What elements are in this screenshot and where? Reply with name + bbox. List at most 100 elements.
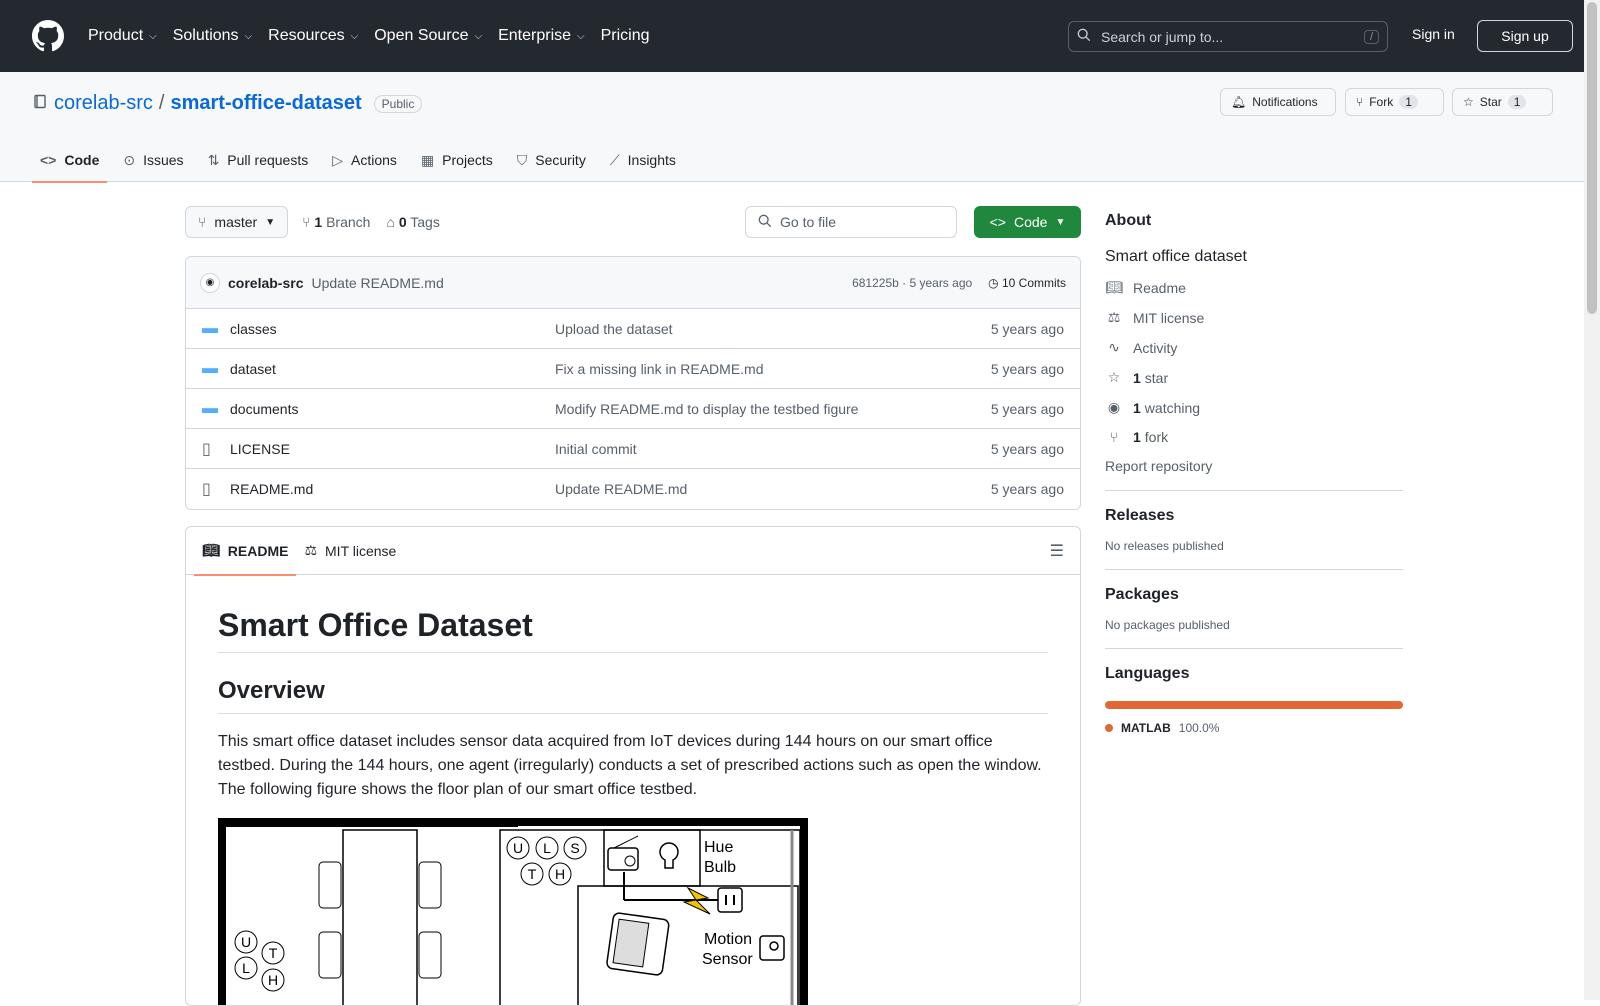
releases-title[interactable]: Releases [1105, 507, 1403, 525]
commits-count: 10 Commits [1001, 275, 1066, 290]
nav-enterprise[interactable]: Enterprise ⌵ [490, 27, 593, 45]
language-item[interactable]: MATLAB 100.0% [1105, 721, 1403, 735]
avatar[interactable]: ◉ [200, 272, 220, 293]
tab-readme[interactable]: 📖︎ README [194, 527, 297, 576]
nav-solutions-label: Solutions [172, 27, 239, 44]
code-icon: <> [989, 214, 1006, 230]
branch-selector[interactable]: ⑂ master ▼ [185, 206, 289, 238]
file-name[interactable]: classes [230, 321, 555, 337]
tab-issues-label: Issues [143, 152, 184, 168]
figure-sensor-label: U [241, 934, 251, 950]
file-commit-message[interactable]: Upload the dataset [555, 321, 991, 337]
commits-link[interactable]: ◷ 10 Commits [988, 276, 1066, 290]
fork-label: Fork [1369, 95, 1394, 109]
table-row[interactable]: ▯ README.md Update README.md 5 years ago [186, 469, 1080, 509]
file-commit-message[interactable]: Fix a missing link in README.md [555, 361, 991, 377]
tab-issues[interactable]: ⊙ Issues [115, 138, 191, 182]
tab-insights[interactable]: ⟋ Insights [602, 138, 684, 182]
fork-icon: ⑂ [1356, 95, 1364, 109]
file-commit-message[interactable]: Update README.md [555, 481, 991, 497]
tab-license[interactable]: ⚖ MIT license [296, 527, 404, 575]
book-icon: 📖︎ [1105, 279, 1123, 295]
language-color-dot [1105, 724, 1113, 732]
table-row[interactable]: ▯ LICENSE Initial commit 5 years ago [186, 429, 1080, 469]
forks-label: fork [1144, 429, 1169, 445]
sign-up-button[interactable]: Sign up [1477, 20, 1573, 52]
tags-link[interactable]: ⌂ 0 Tags [386, 214, 439, 230]
figure-sensor-label: S [570, 840, 579, 856]
file-name[interactable]: dataset [230, 361, 555, 377]
commit-author[interactable]: corelab-src [228, 275, 303, 291]
star-button[interactable]: ☆ Star 1 [1452, 88, 1553, 116]
file-browser: ◉ corelab-src Update README.md 681225b ·… [185, 256, 1081, 510]
tab-pull-requests[interactable]: ⇅ Pull requests [200, 138, 317, 182]
search-placeholder: Search or jump to... [1101, 28, 1224, 45]
tab-projects-label: Projects [442, 152, 493, 168]
tab-code[interactable]: <> Code [32, 138, 108, 183]
table-row[interactable]: ▬ dataset Fix a missing link in README.m… [186, 349, 1080, 389]
chevron-down-icon: ⌵ [244, 30, 253, 42]
file-commit-message[interactable]: Modify README.md to display the testbed … [555, 401, 991, 417]
fork-icon: ⑂ [1109, 429, 1119, 445]
repo-owner-link[interactable]: corelab-src [54, 92, 153, 115]
code-dropdown-button[interactable]: <> Code ▼ [974, 206, 1081, 238]
nav-resources[interactable]: Resources ⌵ [260, 27, 366, 45]
go-to-file-input[interactable]: Go to file [745, 206, 957, 238]
branches-count: 1 [314, 214, 323, 230]
readme-heading-overview: Overview [218, 677, 1048, 714]
divider [1105, 648, 1403, 649]
license-link[interactable]: ⚖ MIT license [1105, 309, 1403, 326]
repo-name-link[interactable]: smart-office-dataset [170, 92, 361, 115]
tab-actions[interactable]: ▷ Actions [324, 138, 405, 182]
branches-link[interactable]: ⑂ 1 Branch [302, 214, 370, 230]
readme-tabs: 📖︎ README ⚖ MIT license ☰ [186, 527, 1080, 576]
tab-security-label: Security [535, 152, 586, 168]
folder-icon: ▬ [202, 359, 218, 377]
star-label: Star [1479, 95, 1502, 109]
notifications-button[interactable]: 🔔︎ Notifications [1220, 88, 1336, 116]
fork-button[interactable]: ⑂ Fork 1 [1345, 88, 1444, 116]
table-row[interactable]: ▬ documents Modify README.md to display … [186, 389, 1080, 429]
github-logo-icon[interactable] [32, 20, 64, 52]
file-name[interactable]: documents [230, 401, 555, 417]
star-icon: ☆ [1107, 369, 1121, 385]
fork-count: 1 [1399, 95, 1418, 109]
tab-actions-label: Actions [351, 152, 397, 168]
readme-link-label: Readme [1133, 279, 1186, 296]
tab-projects[interactable]: ▦ Projects [413, 138, 501, 182]
file-name[interactable]: LICENSE [230, 441, 555, 457]
readme-link[interactable]: 📖︎ Readme [1105, 279, 1403, 296]
packages-title[interactable]: Packages [1105, 586, 1403, 604]
stars-link[interactable]: ☆ 1 star [1105, 369, 1403, 386]
scrollbar-thumb[interactable] [1587, 2, 1597, 314]
go-to-file-placeholder: Go to file [780, 214, 837, 230]
stars-count: 1 [1133, 369, 1141, 386]
commit-hash-age[interactable]: 681225b · 5 years ago [852, 276, 972, 290]
pull-request-icon: ⇅ [207, 151, 220, 168]
scale-icon: ⚖ [1107, 309, 1121, 325]
tab-insights-label: Insights [627, 152, 676, 168]
nav-pricing[interactable]: Pricing [593, 27, 658, 45]
activity-link[interactable]: ∿ Activity [1105, 339, 1403, 356]
commit-message[interactable]: Update README.md [311, 275, 443, 291]
forks-link[interactable]: ⑂ 1 fork [1105, 429, 1403, 445]
nav-enterprise-label: Enterprise [498, 27, 572, 44]
nav-product[interactable]: Product ⌵ [80, 27, 165, 45]
tab-security[interactable]: ⛉ Security [509, 138, 594, 182]
file-name[interactable]: README.md [230, 481, 555, 497]
nav-open-source[interactable]: Open Source ⌵ [366, 27, 490, 45]
star-count: 1 [1507, 95, 1527, 109]
search-input[interactable]: Search or jump to... / [1068, 21, 1388, 52]
book-icon: 📖︎ [202, 542, 220, 558]
file-commit-message[interactable]: Initial commit [555, 441, 991, 457]
nav-pricing-label: Pricing [600, 27, 650, 44]
sign-in-link[interactable]: Sign in [1412, 26, 1455, 42]
floor-plan-figure: U L S T H U T L H Hue Bulb Motion Sensor [218, 817, 808, 1005]
table-row[interactable]: ▬ classes Upload the dataset 5 years ago [186, 309, 1080, 349]
outline-icon[interactable]: ☰ [1050, 541, 1064, 561]
report-repository-link[interactable]: Report repository [1105, 458, 1403, 474]
watchers-link[interactable]: ◉ 1 watching [1105, 399, 1403, 416]
caret-down-icon: ▼ [1055, 216, 1066, 228]
nav-solutions[interactable]: Solutions ⌵ [165, 27, 260, 45]
figure-sensor-label: L [543, 840, 551, 856]
